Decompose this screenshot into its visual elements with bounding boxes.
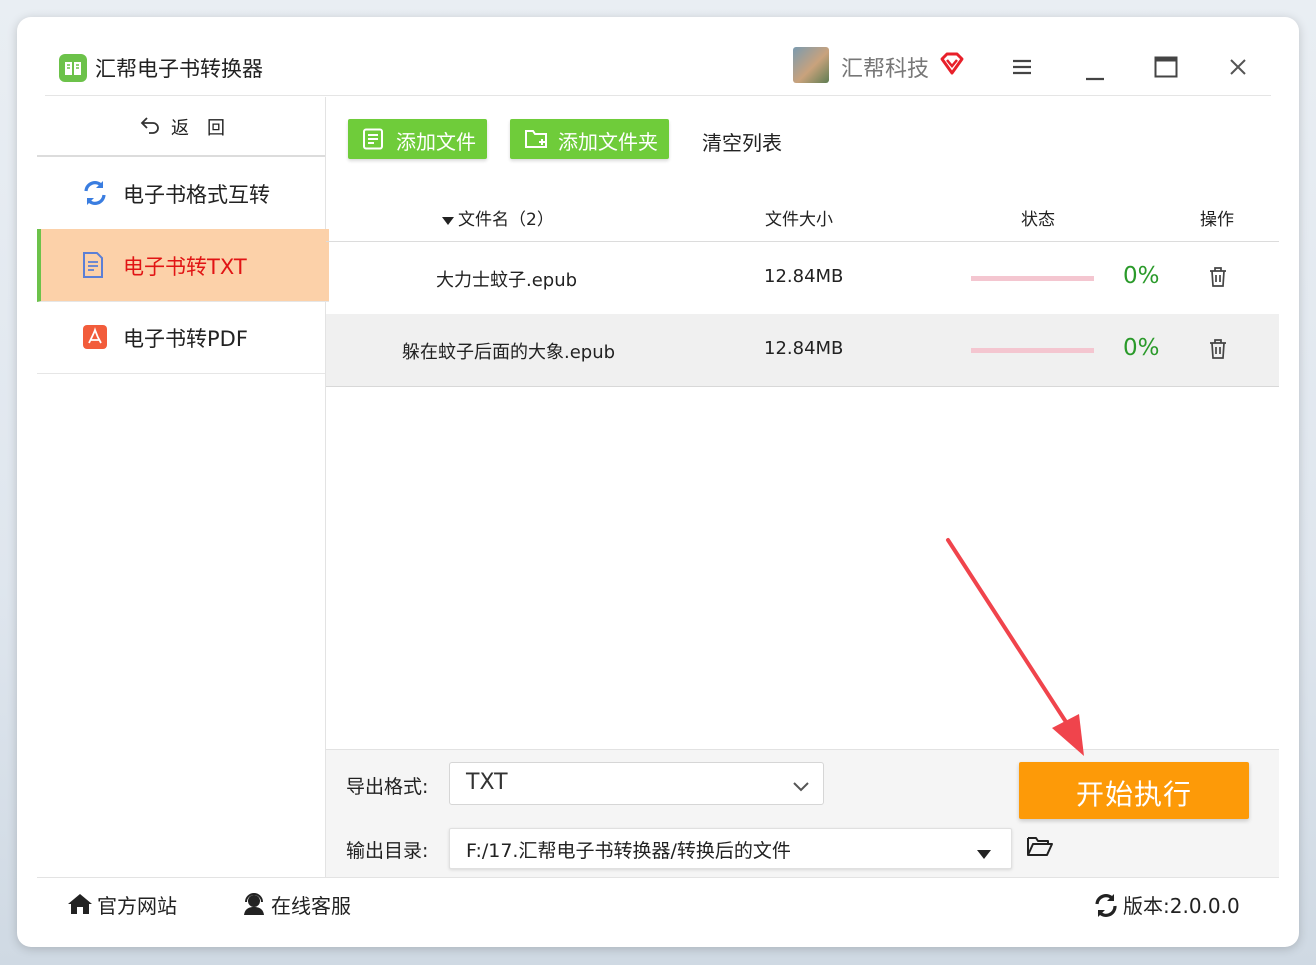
sidebar-item-label: 电子书转PDF (123, 327, 248, 351)
output-dir-value: F:/17.汇帮电子书转换器/转换后的文件 (466, 840, 791, 862)
output-dir-label: 输出目录: (346, 840, 429, 862)
add-folder-button[interactable]: 添加文件夹 (510, 119, 669, 159)
official-website-label: 官方网站 (97, 894, 177, 918)
maximize-icon[interactable] (1154, 56, 1178, 82)
add-file-icon (362, 128, 386, 155)
sidebar-item-to-txt[interactable]: 电子书转TXT (37, 229, 329, 302)
chevron-down-icon (793, 777, 809, 796)
app-title: 汇帮电子书转换器 (95, 57, 263, 81)
progress-bar (971, 276, 1094, 281)
version-label: 版本:2.0.0.0 (1123, 890, 1240, 919)
export-format-label: 导出格式: (346, 776, 429, 798)
back-button[interactable]: 返回 (37, 97, 325, 157)
back-arrow-icon (139, 115, 161, 139)
column-header-action: 操作 (1200, 210, 1234, 230)
avatar[interactable] (793, 47, 829, 83)
home-icon (67, 892, 93, 921)
open-folder-icon[interactable] (1026, 834, 1054, 862)
app-window: 汇帮电子书转换器 汇帮科技 返回 电子书格式互转 电子书转TXT 电子书转PDF… (17, 17, 1299, 947)
sidebar-item-label: 电子书转TXT (123, 255, 247, 279)
version-number: 2.0.0.0 (1169, 894, 1240, 918)
caret-down-icon (977, 844, 991, 863)
version-prefix: 版本: (1123, 894, 1170, 918)
online-support-label: 在线客服 (271, 894, 351, 918)
progress-percent: 0% (1123, 263, 1160, 289)
clear-list-button[interactable]: 清空列表 (702, 127, 782, 156)
file-size: 12.84MB (764, 266, 844, 287)
sidebar: 返回 电子书格式互转 电子书转TXT 电子书转PDF (37, 97, 329, 877)
output-dir-select[interactable]: F:/17.汇帮电子书转换器/转换后的文件 (449, 828, 1012, 869)
table-row[interactable]: 大力士蚊子.epub 12.84MB 0% (326, 242, 1279, 315)
sort-down-icon[interactable] (442, 210, 454, 229)
add-folder-label: 添加文件夹 (558, 130, 658, 154)
column-header-size: 文件大小 (765, 210, 833, 230)
app-logo-icon (59, 54, 87, 82)
vip-diamond-icon[interactable] (939, 51, 965, 81)
start-button-label: 开始执行 (1076, 778, 1193, 811)
output-settings-panel: 导出格式: TXT 输出目录: F:/17.汇帮电子书转换器/转换后的文件 开始… (326, 749, 1279, 878)
pdf-icon (81, 323, 109, 355)
trash-icon[interactable] (1208, 266, 1228, 292)
file-name: 大力士蚊子.epub (436, 270, 578, 291)
main-panel: 添加文件 添加文件夹 清空列表 文件名（2） 文件大小 状态 操作 大力士蚊子.… (326, 97, 1279, 878)
close-icon[interactable] (1229, 58, 1247, 80)
menu-icon[interactable] (1012, 59, 1032, 79)
footer: 官方网站 在线客服 版本:2.0.0.0 (37, 877, 1279, 947)
support-agent-icon (241, 892, 267, 921)
sidebar-item-to-pdf[interactable]: 电子书转PDF (37, 301, 325, 374)
progress-percent: 0% (1123, 335, 1160, 361)
back-label: 返回 (171, 118, 243, 139)
title-bar: 汇帮电子书转换器 汇帮科技 (17, 17, 1299, 95)
export-format-select[interactable]: TXT (449, 762, 824, 805)
trash-icon[interactable] (1208, 338, 1228, 364)
export-format-value: TXT (466, 770, 508, 795)
minimize-icon[interactable] (1085, 66, 1105, 85)
document-icon (81, 251, 105, 283)
title-divider (45, 95, 1271, 96)
start-button[interactable]: 开始执行 (1019, 762, 1249, 819)
file-size: 12.84MB (764, 338, 844, 359)
column-header-name[interactable]: 文件名（2） (458, 205, 554, 230)
file-name: 躲在蚊子后面的大象.epub (402, 342, 616, 363)
column-header-status: 状态 (1021, 210, 1055, 230)
table-row[interactable]: 躲在蚊子后面的大象.epub 12.84MB 0% (326, 314, 1279, 387)
sidebar-item-label: 电子书格式互转 (123, 183, 270, 207)
brand-name[interactable]: 汇帮科技 (841, 51, 929, 83)
add-folder-icon (524, 128, 550, 155)
add-file-button[interactable]: 添加文件 (348, 119, 487, 159)
add-file-label: 添加文件 (396, 130, 476, 154)
refresh-icon (81, 179, 109, 211)
progress-bar (971, 348, 1094, 353)
sidebar-item-format-convert[interactable]: 电子书格式互转 (37, 157, 325, 230)
update-refresh-icon[interactable] (1093, 892, 1119, 923)
table-header: 文件名（2） 文件大小 状态 操作 (326, 193, 1279, 242)
